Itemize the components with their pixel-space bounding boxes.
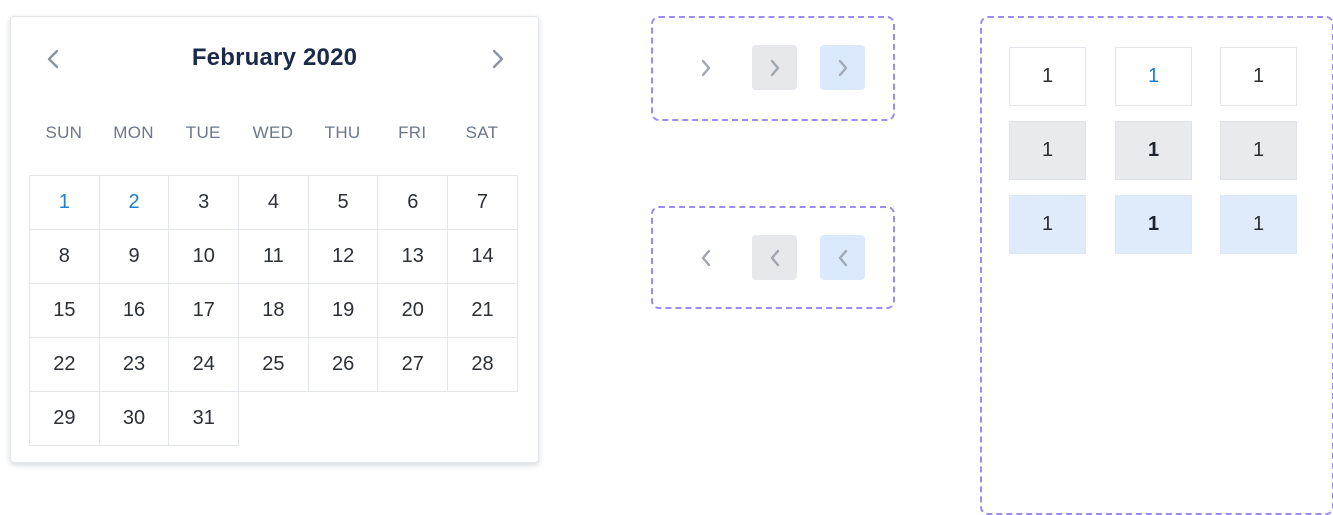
calendar-day[interactable]: 3 — [168, 175, 240, 230]
day-cell-hover[interactable]: 1 — [1009, 121, 1086, 180]
weekday-label: MON — [113, 123, 154, 142]
day-cell-normal[interactable]: 1 — [1220, 47, 1297, 106]
calendar-day[interactable]: 14 — [447, 229, 518, 284]
chevron-right-icon — [838, 59, 847, 76]
next-arrow-states-box — [651, 16, 895, 121]
calendar-day[interactable]: 27 — [377, 337, 449, 392]
calendar-day[interactable]: 25 — [238, 337, 309, 392]
next-month-button[interactable] — [480, 41, 516, 77]
calendar-day[interactable]: 17 — [168, 283, 240, 338]
calendar-day[interactable]: 24 — [168, 337, 240, 392]
calendar-day[interactable]: 18 — [238, 283, 309, 338]
day-cell-active[interactable]: 1 — [1009, 195, 1086, 254]
calendar-day[interactable]: 7 — [447, 175, 518, 230]
weekday-header-row: SUN MON TUE WED THU FRI SAT — [29, 123, 517, 143]
prev-arrow-button-hover[interactable] — [752, 235, 797, 280]
calendar-day[interactable]: 29 — [29, 391, 100, 446]
weekday-label: TUE — [185, 123, 221, 142]
calendar-day[interactable]: 12 — [307, 229, 379, 284]
calendar-day[interactable]: 13 — [377, 229, 449, 284]
calendar-day[interactable]: 2 — [98, 175, 170, 230]
weekday-label: THU — [324, 123, 361, 142]
day-grid: 1 2 3 4 5 6 7 8 9 10 11 12 13 14 15 16 17 18 19 20 21 22 23 24 2… — [29, 175, 518, 446]
weekday-label: SUN — [45, 123, 83, 142]
weekday-label: WED — [252, 123, 294, 142]
calendar-day[interactable]: 19 — [307, 283, 379, 338]
calendar-day[interactable]: 20 — [377, 283, 449, 338]
day-cell-active[interactable]: 1 — [1220, 195, 1297, 254]
day-cell-normal[interactable]: 1 — [1009, 47, 1086, 106]
calendar-day[interactable]: 28 — [447, 337, 518, 392]
chevron-left-icon — [838, 249, 847, 266]
calendar-day[interactable]: 21 — [447, 283, 518, 338]
calendar-day[interactable]: 1 — [29, 175, 100, 230]
calendar-title: February 2020 — [191, 44, 358, 71]
next-arrow-button-hover[interactable] — [752, 45, 797, 90]
calendar-card: February 2020 SUN MON TUE WED THU FRI SA… — [10, 16, 539, 463]
weekday-label: FRI — [398, 123, 427, 142]
chevron-right-icon — [770, 59, 779, 76]
day-cell-hover[interactable]: 1 — [1220, 121, 1297, 180]
day-cell-active-bold[interactable]: 1 — [1115, 195, 1192, 254]
prev-arrow-states-box — [651, 206, 895, 309]
calendar-day[interactable]: 16 — [98, 283, 170, 338]
calendar-day[interactable]: 30 — [98, 391, 170, 446]
calendar-header: February 2020 — [11, 39, 538, 79]
calendar-day[interactable]: 8 — [29, 229, 100, 284]
calendar-day[interactable]: 5 — [307, 175, 379, 230]
day-cell-states-box: 1 1 1 1 1 1 1 1 1 — [980, 16, 1333, 515]
calendar-day[interactable]: 11 — [238, 229, 309, 284]
calendar-day[interactable]: 31 — [168, 391, 240, 446]
calendar-day[interactable]: 26 — [307, 337, 379, 392]
chevron-left-icon — [770, 249, 779, 266]
chevron-right-icon — [701, 59, 710, 76]
chevron-left-icon — [701, 249, 710, 266]
calendar-day[interactable]: 10 — [168, 229, 240, 284]
chevron-right-icon — [492, 49, 504, 69]
day-cell-normal-accent[interactable]: 1 — [1115, 47, 1192, 106]
calendar-day[interactable]: 6 — [377, 175, 449, 230]
prev-arrow-button-active[interactable] — [820, 235, 865, 280]
calendar-day[interactable]: 15 — [29, 283, 100, 338]
next-arrow-button-normal[interactable] — [683, 45, 728, 90]
calendar-day[interactable]: 4 — [238, 175, 309, 230]
prev-arrow-button-normal[interactable] — [683, 235, 728, 280]
calendar-day[interactable]: 23 — [98, 337, 170, 392]
day-cell-hover-bold[interactable]: 1 — [1115, 121, 1192, 180]
calendar-day[interactable]: 9 — [98, 229, 170, 284]
calendar-day[interactable]: 22 — [29, 337, 100, 392]
weekday-label: SAT — [465, 123, 499, 142]
next-arrow-button-active[interactable] — [820, 45, 865, 90]
